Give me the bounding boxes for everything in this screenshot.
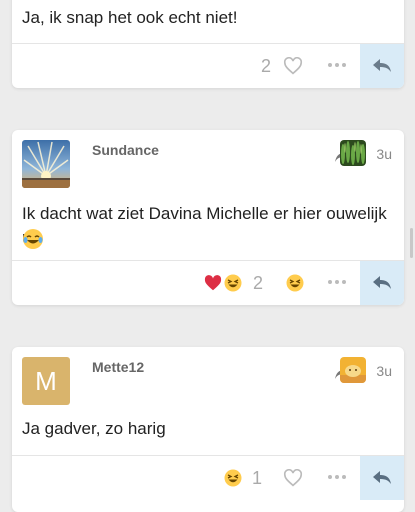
- reply-to-avatar[interactable]: [340, 357, 366, 383]
- reply-button[interactable]: [360, 44, 404, 88]
- heart-outline-icon[interactable]: [283, 469, 303, 487]
- avatar[interactable]: [22, 140, 70, 188]
- post-actions: 2: [12, 260, 404, 305]
- heart-outline-icon[interactable]: [283, 57, 303, 75]
- scrollbar-thumb[interactable]: [410, 228, 413, 258]
- post-time: 3u: [376, 146, 392, 162]
- heart-emoji-icon[interactable]: [204, 274, 222, 292]
- post-text: Ik dacht wat ziet Davina Michelle er hie…: [22, 204, 387, 247]
- post-text: Ja, ik snap het ook echt niet!: [22, 8, 238, 27]
- reply-to-avatar[interactable]: [340, 140, 366, 166]
- like-count: 2: [260, 56, 271, 76]
- like-count: 2: [252, 273, 263, 293]
- more-options-icon[interactable]: [328, 63, 346, 69]
- add-reaction-laughing-icon[interactable]: [286, 274, 304, 292]
- laughing-emoji-icon[interactable]: [224, 469, 242, 487]
- green-plants-icon: [340, 140, 366, 166]
- username[interactable]: Sundance: [92, 142, 159, 158]
- laughing-emoji-icon[interactable]: [224, 274, 242, 292]
- reply-button[interactable]: [360, 261, 404, 305]
- avatar-letter: M: [35, 365, 57, 396]
- sunset-landscape-icon: [22, 140, 70, 188]
- post-actions: 1: [12, 455, 404, 500]
- post-card: M Mette12 3u Ja gadver, zo harig 1: [12, 347, 404, 512]
- more-options-icon[interactable]: [328, 475, 346, 481]
- reply-button[interactable]: [360, 456, 404, 500]
- reply-icon: [373, 276, 391, 289]
- post-text: Ja gadver, zo harig: [22, 419, 166, 438]
- avatar[interactable]: M: [22, 357, 70, 405]
- reply-icon: [373, 59, 391, 72]
- crying-laughing-emoji-icon: [23, 229, 43, 249]
- reply-icon: [373, 471, 391, 484]
- username[interactable]: Mette12: [92, 359, 144, 375]
- post-card: Ja, ik snap het ook echt niet! 2: [12, 0, 404, 88]
- post-time: 3u: [376, 363, 392, 379]
- post-card: Sundance 3u Ik dacht wat ziet Davina Mic…: [12, 130, 404, 305]
- yellow-creature-icon: [340, 357, 366, 383]
- post-actions: 2: [12, 43, 404, 88]
- more-options-icon[interactable]: [328, 280, 346, 286]
- like-count: 1: [251, 468, 262, 488]
